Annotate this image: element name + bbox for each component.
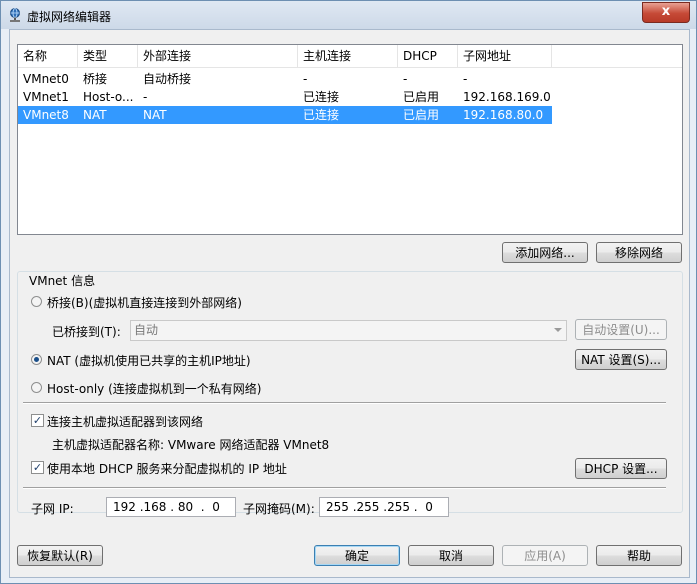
cell-dhcp: 已启用 [403, 108, 440, 122]
cell-host: 已连接 [303, 108, 340, 122]
cell-subnet: 192.168.169.0 [463, 90, 551, 104]
nat-option-label[interactable]: NAT (虚拟机使用已共享的主机IP地址) [47, 352, 251, 369]
subnet-mask-input[interactable]: 255 .255 .255 . 0 [319, 497, 449, 517]
bridged-to-label: 已桥接到(T): [52, 325, 121, 339]
column-header-host[interactable]: 主机连接 [298, 45, 398, 67]
cell-name: VMnet0 [23, 72, 69, 86]
subnet-ip-label: 子网 IP: [31, 502, 74, 516]
column-header-subnet[interactable]: 子网地址 [458, 45, 552, 67]
dialog-client: 名称 类型 外部连接 主机连接 DHCP 子网地址 VMnet0 桥接 自动桥接… [9, 29, 690, 578]
bridged-option-label[interactable]: 桥接(B)(虚拟机直接连接到外部网络) [47, 294, 242, 311]
cell-dhcp: - [403, 72, 408, 86]
nat-radio[interactable] [31, 354, 42, 365]
nat-settings-button[interactable]: NAT 设置(S)... [575, 349, 667, 370]
use-dhcp-label[interactable]: 使用本地 DHCP 服务来分配虚拟机的 IP 地址 [47, 460, 287, 477]
apply-button[interactable]: 应用(A) [502, 545, 588, 566]
dialog-window: 虚拟网络编辑器 x 名称 类型 外部连接 主机连接 DHCP 子网地址 VMne… [0, 0, 697, 584]
cell-type: 桥接 [83, 72, 108, 86]
connect-adapter-checkbox[interactable]: ✓ [31, 414, 44, 427]
adapter-name-text: 主机虚拟适配器名称: VMware 网络适配器 VMnet8 [52, 438, 330, 452]
network-editor-icon [10, 8, 20, 22]
window-title: 虚拟网络编辑器 [27, 10, 112, 24]
cell-host: - [303, 72, 308, 86]
network-list[interactable]: 名称 类型 外部连接 主机连接 DHCP 子网地址 VMnet0 桥接 自动桥接… [17, 44, 683, 235]
remove-network-button[interactable]: 移除网络 [596, 242, 682, 263]
cell-external: - [143, 90, 148, 104]
cell-type: NAT [83, 108, 107, 122]
connect-adapter-label[interactable]: 连接主机虚拟适配器到该网络 [47, 413, 203, 430]
hostonly-radio[interactable] [31, 382, 42, 393]
subnet-ip-input[interactable]: 192 .168 . 80 . 0 [106, 497, 236, 517]
auto-settings-button[interactable]: 自动设置(U)... [575, 319, 667, 340]
close-button[interactable]: x [642, 2, 690, 23]
network-row-vmnet0[interactable]: VMnet0 桥接 自动桥接 - - - [18, 70, 682, 88]
list-header: 名称 类型 外部连接 主机连接 DHCP 子网地址 [18, 45, 682, 68]
hostonly-option-label[interactable]: Host-only (连接虚拟机到一个私有网络) [47, 380, 261, 397]
cell-external: 自动桥接 [143, 72, 192, 86]
bridged-to-value: 自动 [134, 323, 159, 337]
chevron-down-icon [554, 328, 562, 332]
bridged-to-select[interactable]: 自动 [130, 320, 567, 341]
cell-subnet: - [463, 72, 468, 86]
column-header-name[interactable]: 名称 [18, 45, 78, 67]
ok-button[interactable]: 确定 [314, 545, 400, 566]
cell-name: VMnet8 [23, 108, 69, 122]
column-header-external[interactable]: 外部连接 [138, 45, 298, 67]
cell-type: Host-o... [83, 90, 134, 104]
close-icon: x [661, 4, 671, 19]
cell-external: NAT [143, 108, 167, 122]
cell-name: VMnet1 [23, 90, 69, 104]
cancel-button[interactable]: 取消 [408, 545, 494, 566]
bridged-radio[interactable] [31, 296, 42, 307]
cell-subnet: 192.168.80.0 [463, 108, 544, 122]
subnet-mask-label: 子网掩码(M): [243, 502, 315, 516]
divider [23, 402, 666, 404]
column-header-type[interactable]: 类型 [78, 45, 138, 67]
network-row-vmnet1[interactable]: VMnet1 Host-o... - 已连接 已启用 192.168.169.0 [18, 88, 682, 106]
add-network-button[interactable]: 添加网络... [502, 242, 588, 263]
vmnet-info-label: VMnet 信息 [27, 272, 98, 289]
network-row-vmnet8[interactable]: VMnet8 NAT NAT 已连接 已启用 192.168.80.0 [18, 106, 552, 124]
cell-host: 已连接 [303, 90, 340, 104]
dhcp-settings-button[interactable]: DHCP 设置... [575, 458, 667, 479]
title-bar[interactable]: 虚拟网络编辑器 x [1, 1, 696, 29]
column-header-dhcp[interactable]: DHCP [398, 45, 458, 67]
restore-defaults-button[interactable]: 恢复默认(R) [17, 545, 103, 566]
use-dhcp-checkbox[interactable]: ✓ [31, 461, 44, 474]
divider [23, 487, 666, 489]
cell-dhcp: 已启用 [403, 90, 440, 104]
help-button[interactable]: 帮助 [596, 545, 682, 566]
